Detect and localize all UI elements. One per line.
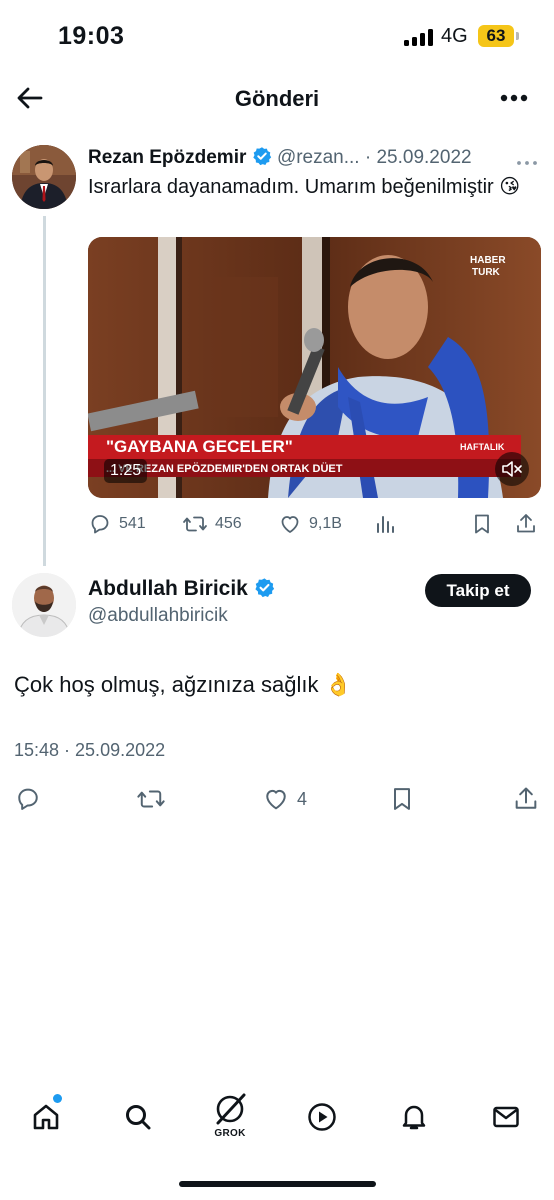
- signal-icon: [404, 29, 434, 46]
- heart-icon: [281, 516, 299, 533]
- reply-author-handle[interactable]: @abdullahbiricik: [88, 605, 228, 627]
- views-icon: [377, 516, 394, 533]
- reply-author-name[interactable]: Abdullah Biricik: [88, 577, 248, 600]
- avatar[interactable]: [12, 145, 76, 209]
- verified-badge-icon: [254, 577, 275, 604]
- bell-icon: [402, 1105, 426, 1130]
- banner-title: "GAYBANA GECELER": [106, 437, 293, 456]
- bookmark-icon: [394, 788, 410, 810]
- separator: ·: [364, 147, 372, 168]
- more-icon[interactable]: [496, 86, 532, 110]
- video-duration: 1:25: [104, 459, 148, 483]
- status-bar: 19:03 4G 63: [0, 0, 554, 72]
- video-frame: "GAYBANA GECELER" HAFTALIK ... VE REZAN …: [88, 237, 541, 498]
- header: Gönderi: [0, 72, 554, 124]
- play-icon: [308, 1103, 336, 1131]
- nav-search[interactable]: [116, 1095, 160, 1139]
- repost-button[interactable]: 456: [182, 510, 242, 538]
- mute-icon[interactable]: [495, 452, 529, 486]
- status-time: 19:03: [58, 22, 125, 50]
- tweet-header: Rezan Epözdemir @rezan... · 25.09.2022: [88, 146, 472, 172]
- reply-count: 541: [119, 515, 146, 532]
- tweet-actions: 541 456 9,1B: [88, 510, 542, 538]
- bottom-nav: [0, 1085, 554, 1155]
- like-count: 4: [297, 788, 308, 809]
- battery-icon: 63: [478, 25, 514, 47]
- grok-label: GROK: [214, 1128, 246, 1139]
- share-icon: [517, 514, 535, 533]
- verified-badge-icon: [252, 146, 272, 172]
- reply-button[interactable]: [14, 785, 49, 813]
- share-button[interactable]: [514, 510, 545, 538]
- nav-home[interactable]: [24, 1095, 68, 1139]
- reply-button[interactable]: 541: [88, 510, 146, 538]
- reply-actions: 4: [14, 785, 542, 815]
- like-button[interactable]: 4: [262, 785, 307, 813]
- repost-count: 456: [215, 515, 242, 532]
- author-handle[interactable]: @rezan...: [277, 147, 360, 168]
- network-label: 4G: [441, 25, 468, 47]
- nav-video[interactable]: [300, 1095, 344, 1139]
- nav-notifications[interactable]: [392, 1095, 436, 1139]
- banner-tag: HAFTALIK: [460, 442, 505, 452]
- heart-icon: [266, 789, 286, 810]
- tweet-date[interactable]: 25.09.2022: [376, 147, 471, 168]
- like-count: 9,1B: [309, 515, 342, 532]
- grok-icon: [216, 1093, 246, 1125]
- battery-tip: [516, 32, 519, 40]
- thread-line: [43, 216, 46, 566]
- share-button[interactable]: [512, 785, 547, 813]
- reply-author: Abdullah Biricik: [88, 577, 275, 604]
- views-button[interactable]: [374, 510, 405, 538]
- nav-messages[interactable]: [484, 1095, 528, 1139]
- mail-icon: [493, 1106, 519, 1128]
- author-name[interactable]: Rezan Epözdemir: [88, 147, 246, 168]
- bookmark-button[interactable]: [470, 510, 501, 538]
- channel-logo-line2: TURK: [472, 267, 501, 278]
- avatar[interactable]: [12, 573, 76, 637]
- repost-button[interactable]: [136, 785, 173, 813]
- home-notification-dot: [53, 1094, 62, 1103]
- tweet-options-icon[interactable]: [516, 154, 538, 172]
- follow-button[interactable]: Takip et: [425, 574, 531, 607]
- search-icon: [126, 1105, 151, 1130]
- page-title: Gönderi: [234, 86, 320, 111]
- nav-grok[interactable]: [208, 1087, 252, 1131]
- home-indicator[interactable]: [179, 1181, 376, 1187]
- home-icon: [33, 1104, 59, 1130]
- reply-icon: [18, 788, 38, 810]
- repost-icon: [137, 790, 165, 808]
- like-button[interactable]: 9,1B: [278, 510, 342, 538]
- reply-icon: [91, 515, 109, 534]
- repost-icon: [183, 516, 207, 532]
- bookmark-icon: [475, 514, 489, 534]
- bookmark-button[interactable]: [388, 785, 423, 813]
- share-icon: [515, 787, 537, 809]
- video-player[interactable]: "GAYBANA GECELER" HAFTALIK ... VE REZAN …: [88, 237, 541, 498]
- channel-logo-line1: HABER: [470, 255, 506, 266]
- reply-text: Çok hoş olmuş, ağzınıza sağlık 👌: [14, 672, 352, 697]
- reply-timestamp[interactable]: 15:48 · 25.09.2022: [14, 740, 165, 761]
- tweet-text: Israrlara dayanamadım. Umarım beğenilmiş…: [88, 176, 521, 198]
